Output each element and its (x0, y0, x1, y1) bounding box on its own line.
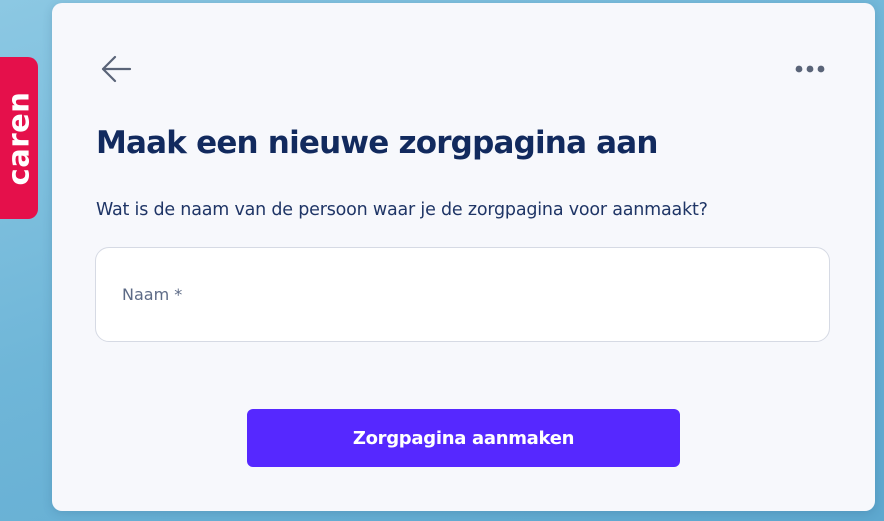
name-field[interactable] (95, 247, 830, 342)
name-input[interactable] (96, 248, 829, 341)
create-care-page-button[interactable]: Zorgpagina aanmaken (247, 409, 680, 467)
arrow-left-icon (101, 55, 132, 83)
more-horizontal-icon (795, 65, 825, 73)
more-options-button[interactable] (791, 55, 829, 83)
back-button[interactable] (98, 51, 134, 87)
brand-logo-text: caren (1, 91, 36, 185)
create-care-page-card: Maak een nieuwe zorgpagina aan Wat is de… (52, 3, 875, 511)
name-question: Wat is de naam van de persoon waar je de… (96, 200, 708, 220)
brand-logo: caren (0, 57, 38, 219)
page-title: Maak een nieuwe zorgpagina aan (96, 125, 658, 161)
